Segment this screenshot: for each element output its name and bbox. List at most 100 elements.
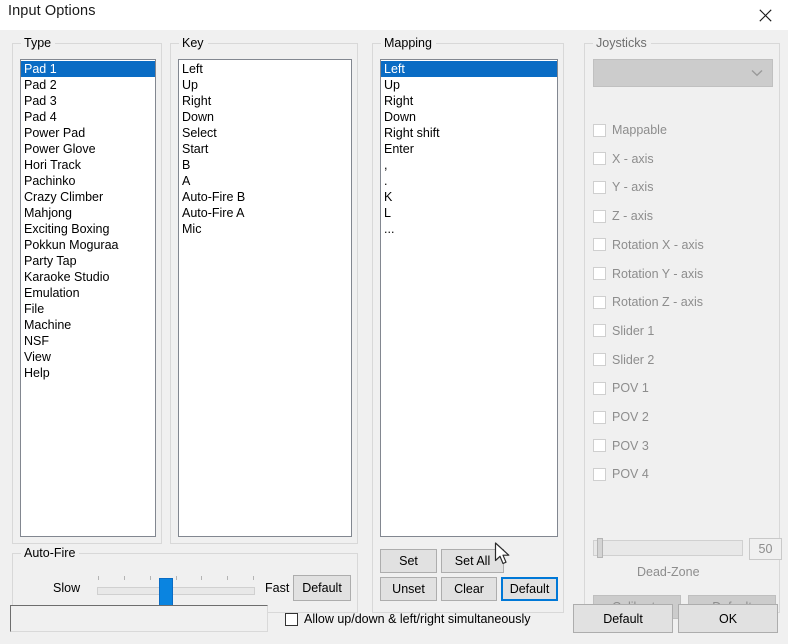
mapping-list-item[interactable]: Enter [381,141,557,157]
type-list-item[interactable]: Pad 4 [21,109,155,125]
close-button[interactable] [742,0,788,30]
close-icon [758,8,772,22]
joystick-checkbox[interactable]: Y - axis [593,180,653,194]
type-list-item[interactable]: Power Pad [21,125,155,141]
mapping-list-item[interactable]: Left [381,61,557,77]
type-list-item[interactable]: Karaoke Studio [21,269,155,285]
type-group: Type Pad 1 Pad 2 Pad 3 Pad 4 Power Pad Power … [12,36,162,544]
mapping-group-legend: Mapping [381,36,436,50]
type-list-item[interactable]: NSF [21,333,155,349]
ok-button[interactable]: OK [678,604,778,633]
type-list-item[interactable]: Help [21,365,155,381]
joystick-checkbox[interactable]: POV 4 [593,467,649,481]
joystick-device-combobox[interactable] [593,59,773,87]
type-list-item[interactable]: Crazy Climber [21,189,155,205]
key-list-item[interactable]: B [179,157,351,173]
mapping-list-item[interactable]: ... [381,221,557,237]
type-group-legend: Type [21,36,56,50]
checkbox-box [593,324,606,338]
type-list-item[interactable]: Pad 3 [21,93,155,109]
autofire-slider-ticks [98,576,254,580]
clear-button[interactable]: Clear [441,577,497,601]
key-group-legend: Key [179,36,208,50]
mapping-list-item[interactable]: . [381,173,557,189]
key-list-item[interactable]: Down [179,109,351,125]
slider-tick [227,576,228,580]
key-listbox[interactable]: Left Up Right Down Select Start B A Auto-Fire BA… [178,59,352,537]
mapping-list-item[interactable]: Right [381,93,557,109]
joystick-checkbox[interactable]: POV 2 [593,410,649,424]
deadzone-slider-thumb[interactable] [597,538,603,558]
joystick-checkbox[interactable]: Rotation Z - axis [593,295,703,309]
mapping-list-item[interactable]: Up [381,77,557,93]
window-title: Input Options [8,3,96,19]
joystick-checkbox[interactable]: POV 3 [593,439,649,453]
joystick-checkbox[interactable]: Rotation Y - axis [593,267,703,281]
joystick-checkbox-label: Rotation Z - axis [612,295,704,310]
type-list-item[interactable]: Machine [21,317,155,333]
type-listbox[interactable]: Pad 1 Pad 2 Pad 3 Pad 4 Power Pad Power Glove… [20,59,156,537]
joystick-checkbox[interactable]: Rotation X - axis [593,238,704,252]
type-list-item[interactable]: Pachinko [21,173,155,189]
type-list-item[interactable]: View [21,349,155,365]
mapping-list-item[interactable]: K [381,189,557,205]
deadzone-label: Dead-Zone [637,565,700,579]
autofire-slider-thumb[interactable] [159,578,173,606]
type-list-item[interactable]: Pad 1 [21,61,155,77]
joystick-checkbox-label: Rotation X - axis [612,237,704,252]
deadzone-slider[interactable] [593,540,743,556]
footer-default-button[interactable]: Default [573,604,673,633]
mapping-default-button[interactable]: Default [501,577,558,601]
key-list-item[interactable]: Auto-Fire B [179,189,351,205]
checkbox-box [593,410,606,424]
set-all-button[interactable]: Set All [441,549,504,573]
key-list-item[interactable]: Select [179,125,351,141]
joystick-checkbox[interactable]: POV 1 [593,381,649,395]
type-list-item[interactable]: Party Tap [21,253,155,269]
type-list-item[interactable]: Pokkun Moguraa [21,237,155,253]
autofire-group-legend: Auto-Fire [21,546,80,560]
mapping-list-item[interactable]: , [381,157,557,173]
mapping-list-item[interactable]: Down [381,109,557,125]
type-list-item[interactable]: Emulation [21,285,155,301]
key-list-item[interactable]: Up [179,77,351,93]
autofire-slow-label: Slow [53,581,81,595]
autofire-default-button[interactable]: Default [293,575,351,601]
mapping-group: Mapping Left Up Right Down Right shift Enter,… [372,36,564,613]
joystick-checkbox[interactable]: Slider 2 [593,353,654,367]
chevron-down-icon [751,66,763,80]
key-list-item[interactable]: Mic [179,221,351,237]
slider-tick [124,576,125,580]
deadzone-value[interactable]: 50 [749,538,782,560]
type-list-item[interactable]: Pad 2 [21,77,155,93]
type-list-item[interactable]: Mahjong [21,205,155,221]
allow-simultaneous-checkbox[interactable]: Allow up/down & left/right simultaneousl… [285,612,531,626]
key-list-item[interactable]: Left [179,61,351,77]
joystick-checkbox[interactable]: Mappable [593,123,667,137]
key-list-item[interactable]: Start [179,141,351,157]
autofire-slider[interactable] [97,587,255,595]
joystick-checkbox-label: Y - axis [612,180,654,195]
type-list-item[interactable]: Hori Track [21,157,155,173]
allow-simultaneous-label: Allow up/down & left/right simultaneousl… [304,612,531,626]
joystick-checkbox[interactable]: Slider 1 [593,324,654,338]
key-list-item[interactable]: A [179,173,351,189]
autofire-fast-label: Fast [265,581,290,595]
checkbox-box [593,123,606,137]
key-list-item[interactable]: Right [179,93,351,109]
set-button[interactable]: Set [380,549,437,573]
status-field[interactable] [10,605,268,632]
key-list-item[interactable]: Auto-Fire A [179,205,351,221]
mapping-list-item[interactable]: L [381,205,557,221]
type-list-item[interactable]: Power Glove [21,141,155,157]
checkbox-box [593,180,606,194]
mapping-listbox[interactable]: Left Up Right Down Right shift Enter,. K L... [380,59,558,537]
mapping-list-item[interactable]: Right shift [381,125,557,141]
checkbox-box [593,381,606,395]
joystick-checkbox[interactable]: X - axis [593,152,654,166]
type-list-item[interactable]: File [21,301,155,317]
unset-button[interactable]: Unset [380,577,437,601]
slider-tick [201,576,202,580]
joystick-checkbox[interactable]: Z - axis [593,209,653,223]
type-list-item[interactable]: Exciting Boxing [21,221,155,237]
